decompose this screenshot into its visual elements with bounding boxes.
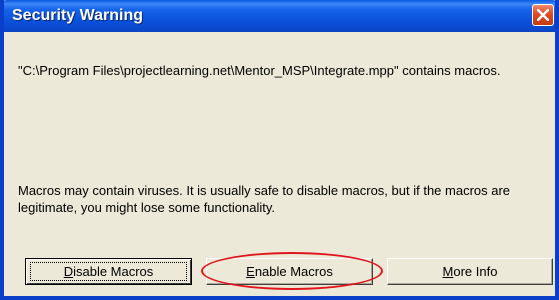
macro-file-message: "C:\Program Files\projectlearning.net\Me… — [18, 63, 501, 78]
more-info-label: More Info — [443, 264, 498, 279]
title-bar[interactable]: Security Warning — [4, 0, 555, 32]
enable-label-rest: nable Macros — [254, 263, 333, 279]
security-warning-dialog: Security Warning "C:\Program Files\proje… — [0, 0, 559, 300]
close-x-icon — [537, 9, 549, 21]
more-mnemonic: M — [442, 263, 454, 279]
more-label-rest: ore Info — [453, 263, 498, 279]
disable-macros-label: Disable Macros — [64, 264, 154, 279]
disable-macros-button[interactable]: Disable Macros — [25, 258, 192, 285]
close-button[interactable] — [532, 4, 554, 26]
disable-label-rest: isable Macros — [73, 263, 154, 279]
more-info-button[interactable]: More Info — [387, 258, 553, 285]
enable-macros-button[interactable]: Enable Macros — [206, 258, 373, 285]
dialog-title: Security Warning — [12, 7, 143, 24]
virus-warning-text: Macros may contain viruses. It is usuall… — [18, 183, 511, 215]
enable-macros-label: Enable Macros — [246, 264, 333, 279]
disable-mnemonic: D — [63, 263, 74, 279]
enable-mnemonic: E — [246, 263, 255, 279]
